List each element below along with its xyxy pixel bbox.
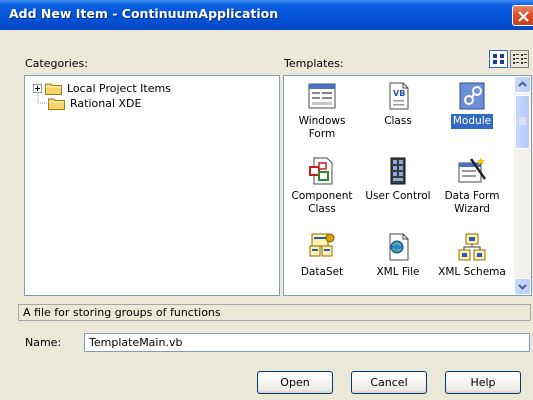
categories-label: Categories: [25,57,88,70]
template-label: Component Class [291,190,353,215]
chevron-down-icon [518,284,527,290]
template-label: Windows Form [298,115,346,140]
chevron-up-icon [518,81,527,87]
scroll-thumb[interactable] [515,95,530,149]
cancel-button[interactable]: Cancel [351,371,427,394]
dataset-icon [309,233,335,257]
user-control-icon [390,157,406,185]
windows-form-icon [308,83,336,109]
template-class[interactable]: VB Class [358,80,438,129]
component-class-icon [309,157,333,185]
template-description: A file for storing groups of functions [23,306,221,319]
template-xml-file[interactable]: XML File [358,231,438,280]
window-title: Add New Item - ContinuumApplication [9,6,279,21]
template-component-class[interactable]: Component Class [284,155,362,217]
templates-label: Templates: [284,57,344,70]
tree-item-local-project-items[interactable]: Local Project Items [33,80,173,96]
xml-file-icon [389,233,409,261]
templates-list[interactable]: Windows Form VB Class Module Component C… [283,75,532,296]
categories-tree[interactable]: Local Project Items Rational XDE [24,75,280,296]
data-form-wizard-icon [458,157,487,183]
module-icon [459,82,485,110]
tree-item-label: Local Project Items [67,81,171,95]
expand-plus-icon[interactable] [33,83,42,93]
template-module[interactable]: Module [432,80,512,129]
template-label: Data Form Wizard [444,190,500,215]
folder-icon [45,83,62,95]
class-icon: VB [389,82,409,110]
template-label: XML Schema [438,266,506,278]
template-user-control[interactable]: User Control [358,155,438,204]
template-label: Class [384,115,412,127]
tree-item-label: Rational XDE [70,96,142,110]
small-icons-view-button[interactable] [510,50,529,68]
title-bar[interactable]: Add New Item - ContinuumApplication [0,0,533,30]
template-label: DataSet [300,266,344,278]
small-icons-icon [513,54,527,64]
close-icon [518,11,529,22]
template-label: Module [450,114,494,129]
scroll-up-button[interactable] [514,76,531,93]
large-icons-icon [493,54,504,64]
template-label: User Control [365,190,431,202]
large-icons-view-button[interactable] [489,50,508,68]
grip-icon [519,117,526,125]
svg-text:VB: VB [393,89,405,98]
tree-item-rational-xde[interactable]: Rational XDE [45,95,143,111]
name-input[interactable] [84,333,530,352]
help-button[interactable]: Help [445,371,521,394]
template-dataset[interactable]: DataSet [284,231,362,280]
add-new-item-dialog: Add New Item - ContinuumApplication Cate… [0,0,533,400]
template-windows-form[interactable]: Windows Form [284,80,362,142]
xml-schema-icon [458,233,486,261]
folder-icon [48,98,65,110]
template-label: XML File [376,266,420,278]
description-bar: A file for storing groups of functions [18,304,531,321]
template-data-form-wizard[interactable]: Data Form Wizard [432,155,512,217]
scroll-down-button[interactable] [514,278,531,295]
close-button[interactable] [512,5,533,26]
open-button[interactable]: Open [257,371,333,394]
name-label: Name: [25,336,62,349]
template-xml-schema[interactable]: XML Schema [432,231,512,280]
templates-scrollbar[interactable] [514,76,531,295]
